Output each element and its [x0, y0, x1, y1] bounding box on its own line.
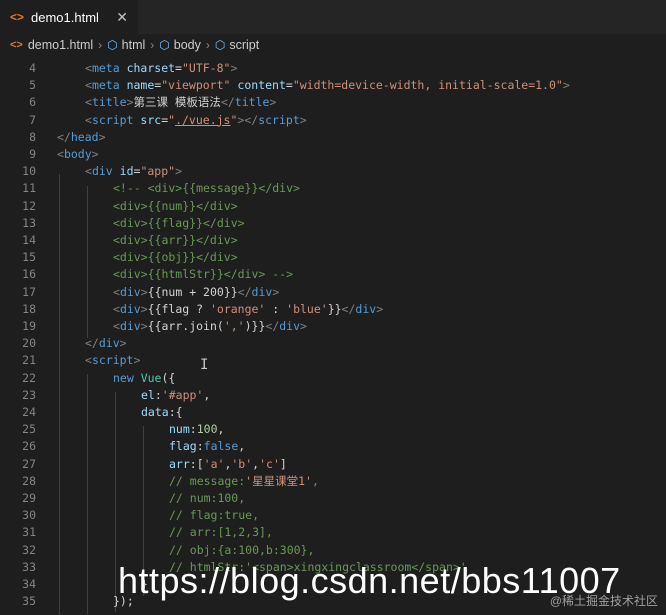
line-number: 22: [22, 370, 36, 385]
code-line: <meta charset="UTF-8">: [85, 61, 238, 75]
code-line: <script>: [85, 353, 141, 368]
cube-icon: ⬡: [159, 38, 170, 52]
line-number: 26: [22, 439, 36, 454]
cube-icon: ⬡: [214, 38, 226, 52]
line-number: 9: [29, 147, 36, 161]
code-line: // arr:[1,2,3],: [169, 525, 273, 540]
code-line: <body>: [57, 147, 99, 161]
breadcrumb-item-body[interactable]: body: [174, 38, 201, 52]
line-number: 18: [22, 301, 36, 316]
code-editor[interactable]: 4 5 6 7 8 9 10 11 12 13 14 15 16 17 18 1…: [0, 56, 666, 615]
line-number: 13: [22, 215, 36, 230]
breadcrumb-item-html[interactable]: html: [122, 38, 146, 52]
line-number: 5: [29, 78, 36, 93]
code-line: <script src="./vue.js"></script>: [85, 112, 307, 127]
tab-bar: <> demo1.html ✕: [0, 0, 666, 34]
code-line: <div>{{arr.join(',')}}</div>: [113, 319, 307, 333]
line-number: 6: [29, 95, 36, 110]
tab-label: demo1.html: [31, 9, 99, 25]
line-number: 17: [22, 284, 36, 299]
line-number: 20: [22, 336, 36, 351]
line-number: 16: [22, 267, 36, 282]
line-number: 10: [22, 164, 36, 179]
code-line: </head>: [57, 129, 106, 144]
line-number: 30: [22, 508, 36, 523]
code-line: <div>{{num}}</div>: [113, 198, 238, 213]
line-number: 35: [22, 594, 36, 609]
html-file-icon: <>: [10, 10, 25, 24]
line-number: 24: [22, 405, 36, 419]
line-number: 31: [22, 525, 36, 540]
cube-icon: ⬡: [107, 38, 118, 52]
line-number: 27: [22, 456, 36, 471]
close-icon[interactable]: ✕: [116, 9, 128, 26]
code-line: // message:'星星课堂1',: [169, 473, 319, 488]
code-line: <meta name="viewport" content="width=dev…: [85, 78, 570, 93]
line-number: 25: [22, 422, 36, 437]
line-number: 14: [22, 233, 36, 247]
line-number: 34: [22, 577, 36, 591]
line-number: 32: [22, 542, 36, 557]
code-line: flag:false,: [169, 439, 246, 454]
tab-demo1-html[interactable]: <> demo1.html ✕: [0, 0, 138, 34]
line-number: 33: [22, 559, 36, 574]
code-line: <div>{{flag ? 'orange' : 'blue'}}</div>: [113, 301, 384, 316]
code-line: arr:['a','b','c']: [169, 456, 287, 471]
line-number: 28: [22, 473, 36, 488]
code-line: <title>第三课 模板语法</title>: [85, 95, 277, 110]
chevron-right-icon: ›: [150, 38, 155, 52]
code-line: // flag:true,: [169, 508, 260, 523]
line-number: 4: [29, 61, 36, 75]
breadcrumb-item-script[interactable]: script: [229, 38, 259, 52]
html-file-icon: <>: [10, 39, 23, 51]
line-number: 21: [22, 353, 36, 368]
code-line: <div>{{flag}}</div>: [113, 215, 245, 230]
line-number: 12: [22, 198, 36, 213]
line-number: 8: [29, 129, 36, 144]
code-line: new Vue({: [113, 370, 176, 385]
code-line: <div id="app">: [85, 164, 183, 179]
code-line: // num:100,: [169, 491, 246, 505]
breadcrumb-item-file[interactable]: demo1.html: [28, 38, 93, 52]
code-line: <div>{{num + 200}}</div>: [113, 284, 280, 299]
code-line: num:100,: [169, 422, 225, 437]
code-line: <div>{{htmlStr}}</div> -->: [113, 267, 294, 282]
code-line: <div>{{obj}}</div>: [113, 250, 238, 265]
corner-watermark: @稀土掘金技术社区: [549, 594, 658, 608]
breadcrumb: <> demo1.html › ⬡ html › ⬡ body › ⬡ scri…: [0, 34, 666, 56]
chevron-right-icon: ›: [98, 38, 103, 52]
code-line: <!-- <div>{{message}}</div>: [113, 181, 300, 196]
line-number: 23: [22, 387, 36, 402]
watermark-url: https://blog.csdn.net/bbs11007: [118, 560, 621, 601]
chevron-right-icon: ›: [205, 38, 210, 52]
code-line: el:'#app',: [141, 387, 211, 402]
text-cursor-icon: I: [200, 357, 209, 373]
line-number: 19: [22, 319, 36, 333]
code-line: </div>: [85, 336, 127, 351]
code-line: data:{: [141, 405, 183, 419]
line-number: 7: [29, 112, 36, 127]
line-number: 15: [22, 250, 36, 265]
line-number: 29: [22, 491, 36, 505]
code-line: // obj:{a:100,b:300},: [169, 542, 315, 557]
line-number: 11: [22, 181, 36, 196]
code-line: <div>{{arr}}</div>: [113, 233, 238, 247]
